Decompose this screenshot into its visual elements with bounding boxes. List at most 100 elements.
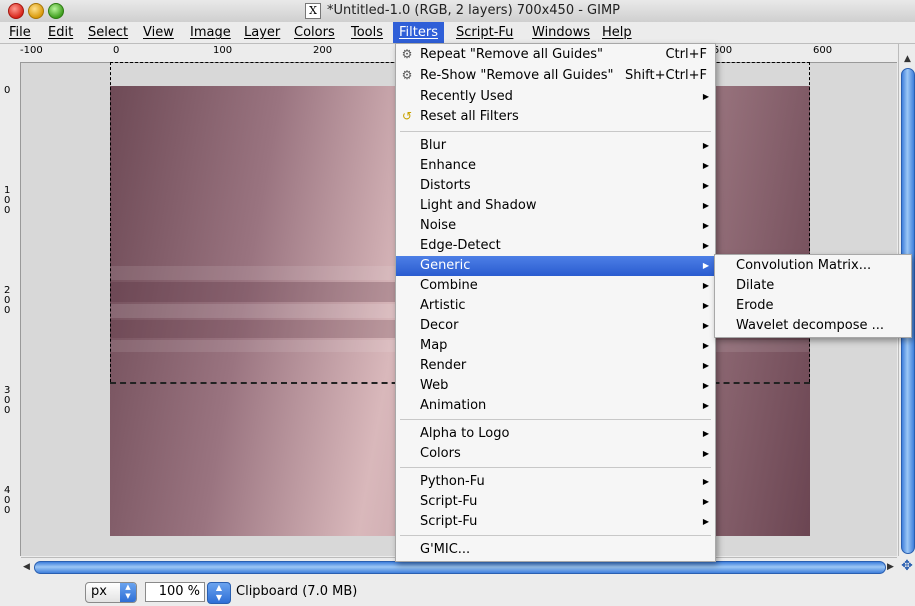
menu-layer[interactable]: Layer: [244, 24, 280, 41]
menu-item-label: Distorts: [420, 178, 471, 193]
menu-item-dilate[interactable]: Dilate: [715, 276, 911, 296]
submenu-arrow-icon: ▶: [702, 301, 709, 310]
menu-tools[interactable]: Tools: [351, 24, 383, 41]
zoom-window-button[interactable]: [48, 3, 64, 19]
menu-item-label: Artistic: [420, 298, 466, 313]
submenu-arrow-icon: ▶: [702, 221, 709, 230]
menu-item-label: Recently Used: [420, 89, 513, 104]
status-bar: [0, 576, 915, 606]
menu-windows[interactable]: Windows: [532, 24, 590, 41]
menu-select[interactable]: Select: [88, 24, 128, 41]
submenu-arrow-icon: ▶: [702, 449, 709, 458]
vruler-label: 0: [4, 85, 11, 96]
unit-select[interactable]: px ▲ ▼: [85, 582, 137, 603]
menu-item-label: Alpha to Logo: [420, 426, 510, 441]
menu-item-label: Re-Show "Remove all Guides": [420, 68, 614, 83]
menu-bar: File Edit Select View Image Layer Colors…: [0, 22, 915, 44]
unit-spin-icon[interactable]: ▲ ▼: [120, 583, 136, 602]
menu-file[interactable]: File: [9, 24, 31, 41]
menu-item-label: Dilate: [736, 278, 775, 293]
vruler-label: 3 0 0: [4, 385, 11, 416]
menu-item-alpha-to-logo[interactable]: Alpha to Logo ▶: [396, 424, 715, 444]
menu-item-repeat[interactable]: ⚙ Repeat "Remove all Guides" Ctrl+F: [396, 45, 715, 65]
menu-item-map[interactable]: Map ▶: [396, 336, 715, 356]
scroll-right-icon[interactable]: ▶: [887, 562, 894, 572]
menu-view[interactable]: View: [143, 24, 174, 41]
menu-item-label: Combine: [420, 278, 478, 293]
shortcut-label: Shift+Ctrl+F: [625, 68, 707, 83]
horizontal-scroll-thumb[interactable]: [34, 561, 886, 574]
menu-item-animation[interactable]: Animation ▶: [396, 396, 715, 416]
hruler-label: 100: [213, 45, 233, 56]
minimize-window-button[interactable]: [28, 3, 44, 19]
reset-filters-icon: ↺: [401, 109, 413, 123]
filters-menu: ⚙ Repeat "Remove all Guides" Ctrl+F ⚙ Re…: [395, 43, 716, 562]
menu-item-decor[interactable]: Decor ▶: [396, 316, 715, 336]
vruler-label: 4 0 0: [4, 485, 11, 516]
status-message: Clipboard (7.0 MB): [236, 584, 358, 599]
submenu-arrow-icon: ▶: [702, 429, 709, 438]
navigate-icon[interactable]: ✥: [900, 559, 914, 573]
menu-item-wavelet-decompose[interactable]: Wavelet decompose ...: [715, 316, 911, 336]
menu-item-label: Repeat "Remove all Guides": [420, 47, 604, 62]
repeat-filter-icon: ⚙: [401, 47, 413, 61]
reshow-filter-icon: ⚙: [401, 68, 413, 82]
menu-item-python-fu[interactable]: Python-Fu ▶: [396, 472, 715, 492]
menu-item-artistic[interactable]: Artistic ▶: [396, 296, 715, 316]
menu-item-noise[interactable]: Noise ▶: [396, 216, 715, 236]
menu-item-label: Python-Fu: [420, 474, 485, 489]
menu-item-script-fu-2[interactable]: Script-Fu ▶: [396, 512, 715, 532]
submenu-arrow-icon: ▶: [702, 92, 709, 101]
submenu-arrow-icon: ▶: [702, 477, 709, 486]
zoom-value: 100 %: [158, 584, 200, 599]
menu-item-erode[interactable]: Erode: [715, 296, 911, 316]
menu-item-label: Web: [420, 378, 449, 393]
zoom-input[interactable]: 100 %: [145, 582, 205, 602]
menu-item-generic[interactable]: Generic ▶: [396, 256, 715, 276]
menu-item-web[interactable]: Web ▶: [396, 376, 715, 396]
menu-separator: [400, 535, 711, 536]
menu-item-label: Script-Fu: [420, 494, 478, 509]
window-title: *Untitled-1.0 (RGB, 2 layers) 700x450 - …: [327, 3, 621, 18]
menu-item-distorts[interactable]: Distorts ▶: [396, 176, 715, 196]
menu-item-blur[interactable]: Blur ▶: [396, 136, 715, 156]
close-window-button[interactable]: [8, 3, 24, 19]
hruler-label: 0: [113, 45, 120, 56]
menu-item-colors[interactable]: Colors ▶: [396, 444, 715, 464]
menu-item-reset-filters[interactable]: ↺ Reset all Filters: [396, 107, 715, 127]
menu-script-fu[interactable]: Script-Fu: [456, 24, 513, 41]
menu-item-label: Light and Shadow: [420, 198, 537, 213]
submenu-arrow-icon: ▶: [702, 181, 709, 190]
ruler-corner[interactable]: [0, 44, 21, 63]
submenu-arrow-icon: ▶: [702, 401, 709, 410]
menu-filters[interactable]: Filters: [393, 22, 444, 43]
submenu-arrow-icon: ▶: [702, 361, 709, 370]
menu-item-label: Erode: [736, 298, 774, 313]
menu-help[interactable]: Help: [602, 24, 632, 41]
menu-item-light-and-shadow[interactable]: Light and Shadow ▶: [396, 196, 715, 216]
menu-colors[interactable]: Colors: [294, 24, 335, 41]
submenu-arrow-icon: ▶: [702, 141, 709, 150]
menu-edit[interactable]: Edit: [48, 24, 73, 41]
menu-item-label: Enhance: [420, 158, 477, 173]
vertical-ruler[interactable]: 0 1 0 0 2 0 0 3 0 0 4 0 0: [0, 62, 21, 556]
menu-item-recently-used[interactable]: Recently Used ▶: [396, 87, 715, 107]
menu-item-label: Generic: [420, 258, 471, 273]
menu-item-reshow[interactable]: ⚙ Re-Show "Remove all Guides" Shift+Ctrl…: [396, 66, 715, 86]
menu-item-render[interactable]: Render ▶: [396, 356, 715, 376]
submenu-arrow-icon: ▶: [702, 241, 709, 250]
scroll-left-icon[interactable]: ◀: [23, 562, 30, 572]
menu-image[interactable]: Image: [190, 24, 231, 41]
menu-item-gmic[interactable]: G'MIC...: [396, 540, 715, 560]
menu-item-combine[interactable]: Combine ▶: [396, 276, 715, 296]
menu-item-label: Wavelet decompose ...: [736, 318, 885, 333]
submenu-arrow-icon: ▶: [702, 517, 709, 526]
scroll-up-icon[interactable]: ▲: [904, 54, 911, 64]
zoom-spin-icon[interactable]: ▲ ▼: [207, 582, 231, 604]
menu-separator: [400, 467, 711, 468]
menu-item-convolution-matrix[interactable]: Convolution Matrix...: [715, 256, 911, 276]
menu-item-script-fu[interactable]: Script-Fu ▶: [396, 492, 715, 512]
menu-item-edge-detect[interactable]: Edge-Detect ▶: [396, 236, 715, 256]
menu-item-enhance[interactable]: Enhance ▶: [396, 156, 715, 176]
menu-item-label: Decor: [420, 318, 459, 333]
